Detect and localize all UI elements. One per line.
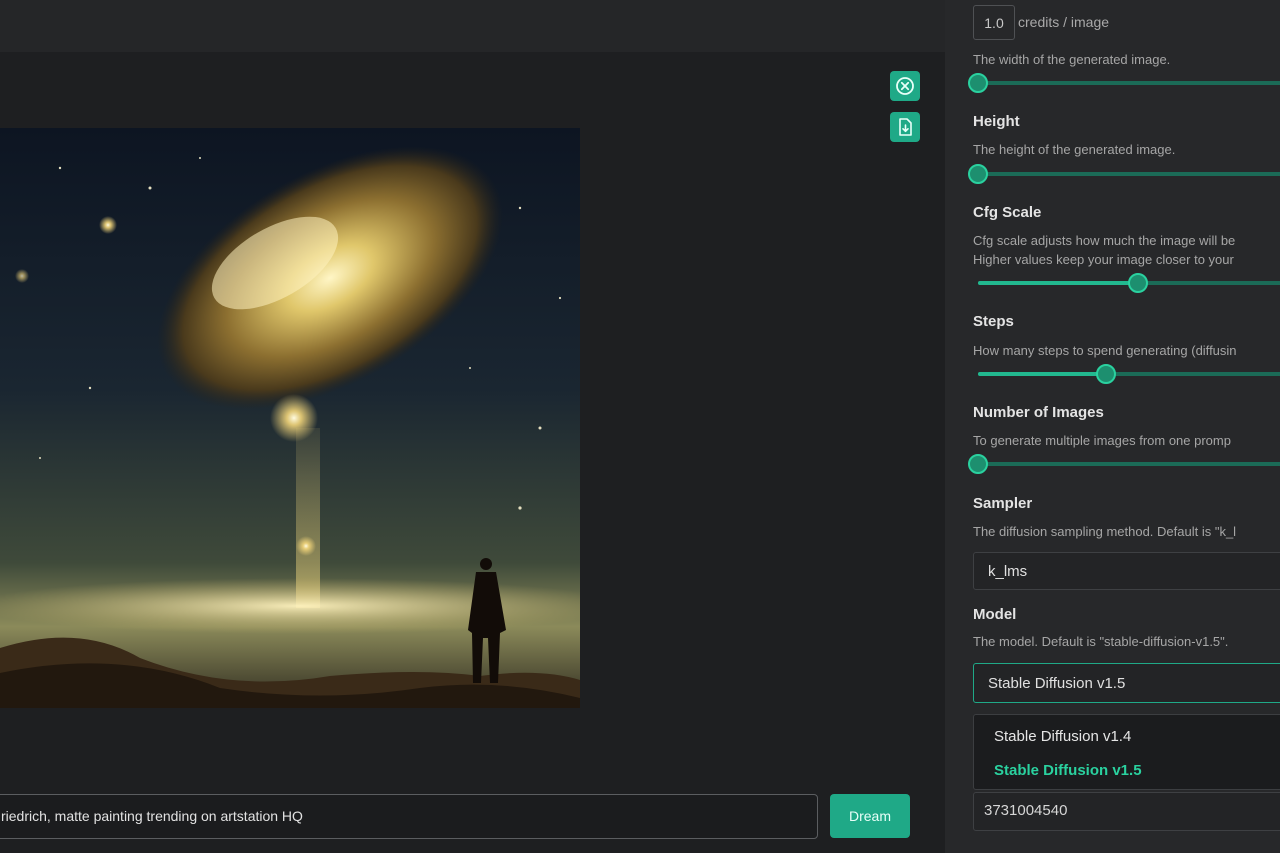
prompt-input[interactable]: riedrich, matte painting trending on art… xyxy=(0,794,818,839)
width-slider[interactable] xyxy=(968,73,1280,93)
cfg-scale-slider-thumb[interactable] xyxy=(1128,273,1148,293)
number-of-images-slider[interactable] xyxy=(968,454,1280,474)
cfg-scale-label: Cfg Scale xyxy=(973,204,1042,221)
number-of-images-label: Number of Images xyxy=(973,404,1104,421)
credits-value: 1.0 xyxy=(973,5,1015,40)
model-option-v15[interactable]: Stable Diffusion v1.5 xyxy=(994,762,1142,779)
cfg-scale-slider[interactable] xyxy=(978,273,1280,293)
model-label: Model xyxy=(973,606,1017,623)
settings-panel: 1.0 credits / image The width of the gen… xyxy=(945,0,1280,853)
model-description: The model. Default is "stable-diffusion-… xyxy=(973,634,1229,649)
model-option-v14[interactable]: Stable Diffusion v1.4 xyxy=(994,728,1131,745)
height-slider[interactable] xyxy=(968,164,1280,184)
number-of-images-slider-thumb[interactable] xyxy=(968,454,988,474)
top-bar xyxy=(0,0,945,52)
cfg-scale-description-line1: Cfg scale adjusts how much the image wil… xyxy=(973,233,1236,248)
model-select[interactable]: Stable Diffusion v1.5 xyxy=(973,663,1280,703)
download-button[interactable] xyxy=(890,112,920,142)
generated-image xyxy=(0,128,580,708)
model-dropdown: Stable Diffusion v1.4 Stable Diffusion v… xyxy=(973,714,1280,790)
sampler-description: The diffusion sampling method. Default i… xyxy=(973,524,1237,539)
x-circle-icon xyxy=(896,77,914,95)
file-download-icon xyxy=(899,118,912,136)
steps-label: Steps xyxy=(973,313,1014,330)
steps-description: How many steps to spend generating (diff… xyxy=(973,343,1237,358)
number-of-images-description: To generate multiple images from one pro… xyxy=(973,433,1231,448)
dream-button[interactable]: Dream xyxy=(830,794,910,838)
height-description: The height of the generated image. xyxy=(973,142,1176,157)
cfg-scale-description-line2: Higher values keep your image closer to … xyxy=(973,252,1234,267)
height-label: Height xyxy=(973,113,1020,130)
width-description: The width of the generated image. xyxy=(973,52,1171,67)
credits-label: credits / image xyxy=(1018,14,1110,30)
steps-slider[interactable] xyxy=(978,364,1280,384)
steps-slider-thumb[interactable] xyxy=(1096,364,1116,384)
seed-input[interactable]: 3731004540 xyxy=(973,792,1280,831)
sampler-label: Sampler xyxy=(973,495,1033,512)
sampler-select[interactable]: k_lms xyxy=(973,552,1280,590)
width-slider-thumb[interactable] xyxy=(968,73,988,93)
height-slider-thumb[interactable] xyxy=(968,164,988,184)
cancel-button[interactable] xyxy=(890,71,920,101)
